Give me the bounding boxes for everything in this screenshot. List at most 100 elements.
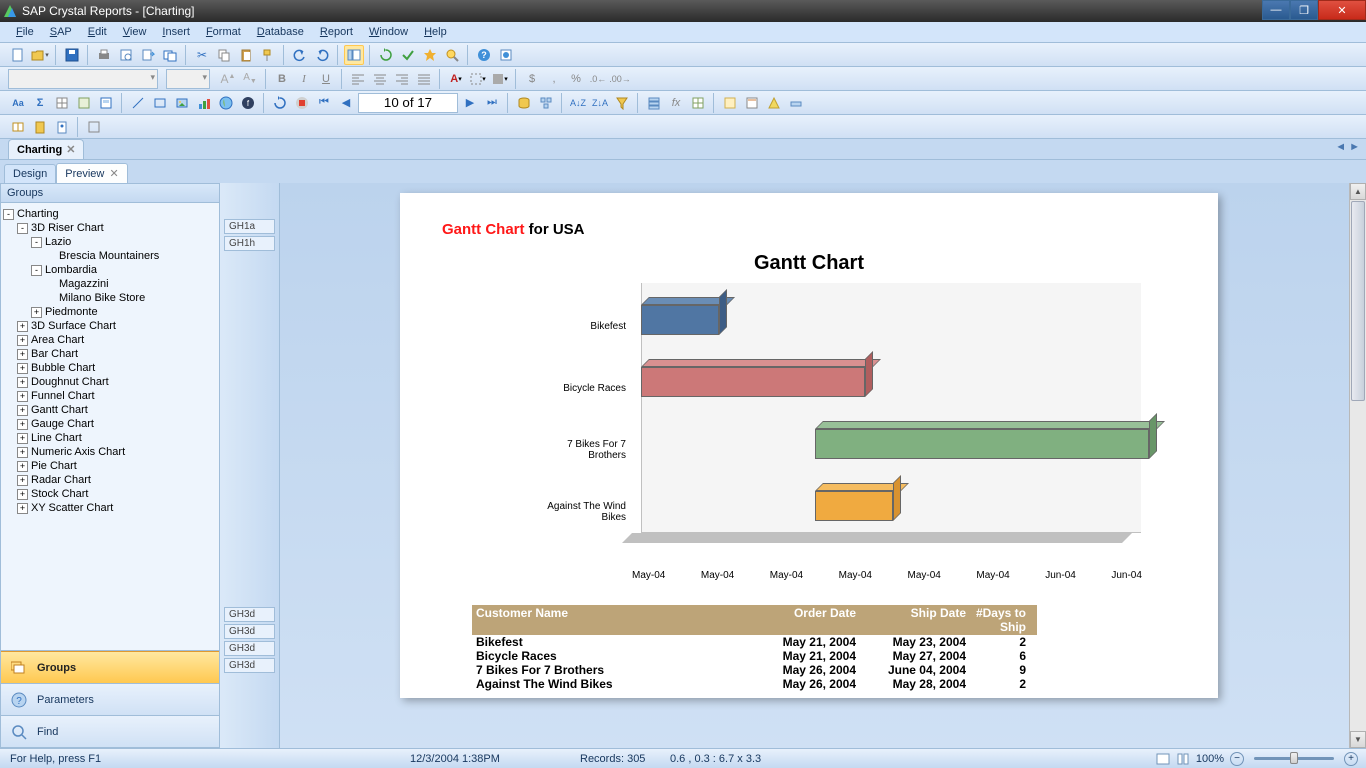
- tree-node[interactable]: +Line Chart: [3, 431, 217, 445]
- export-more-button[interactable]: [160, 45, 180, 65]
- thousands-button[interactable]: ,: [544, 69, 564, 89]
- tree-node[interactable]: +Area Chart: [3, 333, 217, 347]
- tree-toggle[interactable]: -: [31, 265, 42, 276]
- zoom-percent[interactable]: 100%: [1196, 753, 1224, 765]
- tree-toggle[interactable]: +: [31, 307, 42, 318]
- nav-parameters[interactable]: ? Parameters: [1, 683, 219, 715]
- close-button[interactable]: ✕: [1318, 0, 1366, 20]
- tree-toggle[interactable]: -: [3, 209, 14, 220]
- preview-tab-close[interactable]: ✕: [109, 168, 118, 180]
- tree-toggle[interactable]: -: [31, 237, 42, 248]
- tree-node[interactable]: +Pie Chart: [3, 459, 217, 473]
- insert-map-button[interactable]: [216, 93, 236, 113]
- tab-close-button[interactable]: ✕: [66, 143, 75, 156]
- tree-toggle[interactable]: +: [17, 419, 28, 430]
- tree-toggle[interactable]: -: [17, 223, 28, 234]
- menu-insert[interactable]: Insert: [154, 24, 198, 40]
- document-tab-charting[interactable]: Charting ✕: [8, 139, 84, 159]
- undo-button[interactable]: [290, 45, 310, 65]
- report-explorer-button[interactable]: [84, 117, 104, 137]
- report-view-button[interactable]: [30, 117, 50, 137]
- insert-chart-button[interactable]: [194, 93, 214, 113]
- scroll-down-button[interactable]: ▼: [1350, 731, 1366, 748]
- zoom-out-button[interactable]: −: [1230, 752, 1244, 766]
- copy-button[interactable]: [214, 45, 234, 65]
- insert-flash-button[interactable]: f: [238, 93, 258, 113]
- export-button[interactable]: [138, 45, 158, 65]
- section-label[interactable]: GH3d: [224, 658, 275, 673]
- section-label[interactable]: GH3d: [224, 641, 275, 656]
- tree-toggle[interactable]: +: [17, 377, 28, 388]
- section-label[interactable]: GH1a: [224, 219, 275, 234]
- tree-node[interactable]: -Lazio: [3, 235, 217, 249]
- gantt-bar-bicycle-races[interactable]: [641, 359, 857, 397]
- help-button[interactable]: ?: [474, 45, 494, 65]
- workbench-button[interactable]: [786, 93, 806, 113]
- menu-help[interactable]: Help: [416, 24, 455, 40]
- cut-button[interactable]: ✂: [192, 45, 212, 65]
- tree-node[interactable]: +3D Surface Chart: [3, 319, 217, 333]
- font-size-combo[interactable]: [166, 69, 210, 89]
- align-justify-button[interactable]: [414, 69, 434, 89]
- insert-ole-button[interactable]: [74, 93, 94, 113]
- tab-nav-right[interactable]: ►: [1349, 141, 1360, 153]
- group-tree[interactable]: -Charting-3D Riser Chart-LazioBrescia Mo…: [1, 203, 219, 650]
- borders-button[interactable]: ▾: [468, 69, 488, 89]
- insert-subreport-button[interactable]: [96, 93, 116, 113]
- percent-button[interactable]: %: [566, 69, 586, 89]
- sort-desc-button[interactable]: Z↓A: [590, 93, 610, 113]
- section-label[interactable]: GH1h: [224, 236, 275, 251]
- underline-button[interactable]: U: [316, 69, 336, 89]
- tree-toggle[interactable]: +: [17, 447, 28, 458]
- select-expert-button[interactable]: [612, 93, 632, 113]
- new-button[interactable]: [8, 45, 28, 65]
- italic-button[interactable]: I: [294, 69, 314, 89]
- refresh-data-button[interactable]: [270, 93, 290, 113]
- tree-toggle[interactable]: +: [17, 349, 28, 360]
- formula-button[interactable]: fx: [666, 93, 686, 113]
- menu-database[interactable]: Database: [249, 24, 312, 40]
- stop-button[interactable]: [292, 93, 312, 113]
- scroll-up-button[interactable]: ▲: [1350, 183, 1366, 200]
- increase-font-button[interactable]: A▲: [218, 69, 238, 89]
- menu-edit[interactable]: Edit: [80, 24, 115, 40]
- save-button[interactable]: [62, 45, 82, 65]
- tree-node[interactable]: -Lombardia: [3, 263, 217, 277]
- decrease-font-button[interactable]: A▼: [240, 69, 260, 89]
- scroll-thumb[interactable]: [1351, 201, 1365, 401]
- zoom-slider-thumb[interactable]: [1290, 752, 1298, 764]
- toggle-panel-button[interactable]: [344, 45, 364, 65]
- tree-node[interactable]: +Gauge Chart: [3, 417, 217, 431]
- insert-picture-button[interactable]: [172, 93, 192, 113]
- section-expert-button[interactable]: [644, 93, 664, 113]
- expert-button[interactable]: [420, 45, 440, 65]
- nav-first-button[interactable]: ⏮: [314, 93, 334, 113]
- font-color-button[interactable]: A▾: [446, 69, 466, 89]
- tree-toggle[interactable]: +: [17, 335, 28, 346]
- tree-toggle[interactable]: +: [17, 433, 28, 444]
- font-family-combo[interactable]: [8, 69, 158, 89]
- tree-toggle[interactable]: +: [17, 405, 28, 416]
- menu-sap[interactable]: SAP: [42, 24, 80, 40]
- tree-node[interactable]: +XY Scatter Chart: [3, 501, 217, 515]
- menu-report[interactable]: Report: [312, 24, 361, 40]
- nav-next-button[interactable]: ▶: [460, 93, 480, 113]
- tree-node[interactable]: +Bubble Chart: [3, 361, 217, 375]
- format-painter-button[interactable]: [258, 45, 278, 65]
- tree-node[interactable]: +Stock Chart: [3, 487, 217, 501]
- crosstab-view-button[interactable]: [8, 117, 28, 137]
- paste-button[interactable]: [236, 45, 256, 65]
- layout-icon-2[interactable]: [1176, 752, 1190, 766]
- gantt-bar-against-wind[interactable]: [815, 483, 885, 521]
- nav-groups[interactable]: Groups: [1, 651, 219, 683]
- tree-node[interactable]: +Doughnut Chart: [3, 375, 217, 389]
- tree-toggle[interactable]: +: [17, 363, 28, 374]
- increase-decimals-button[interactable]: .0←: [588, 69, 608, 89]
- preview-tab[interactable]: Preview ✕: [56, 163, 127, 183]
- tree-node[interactable]: +Numeric Axis Chart: [3, 445, 217, 459]
- gantt-chart[interactable]: BikefestBicycle Races7 Bikes For 7 Broth…: [532, 283, 1176, 563]
- about-button[interactable]: [496, 45, 516, 65]
- zoom-in-button[interactable]: +: [1344, 752, 1358, 766]
- insert-text-button[interactable]: Aa: [8, 93, 28, 113]
- tree-node[interactable]: +Bar Chart: [3, 347, 217, 361]
